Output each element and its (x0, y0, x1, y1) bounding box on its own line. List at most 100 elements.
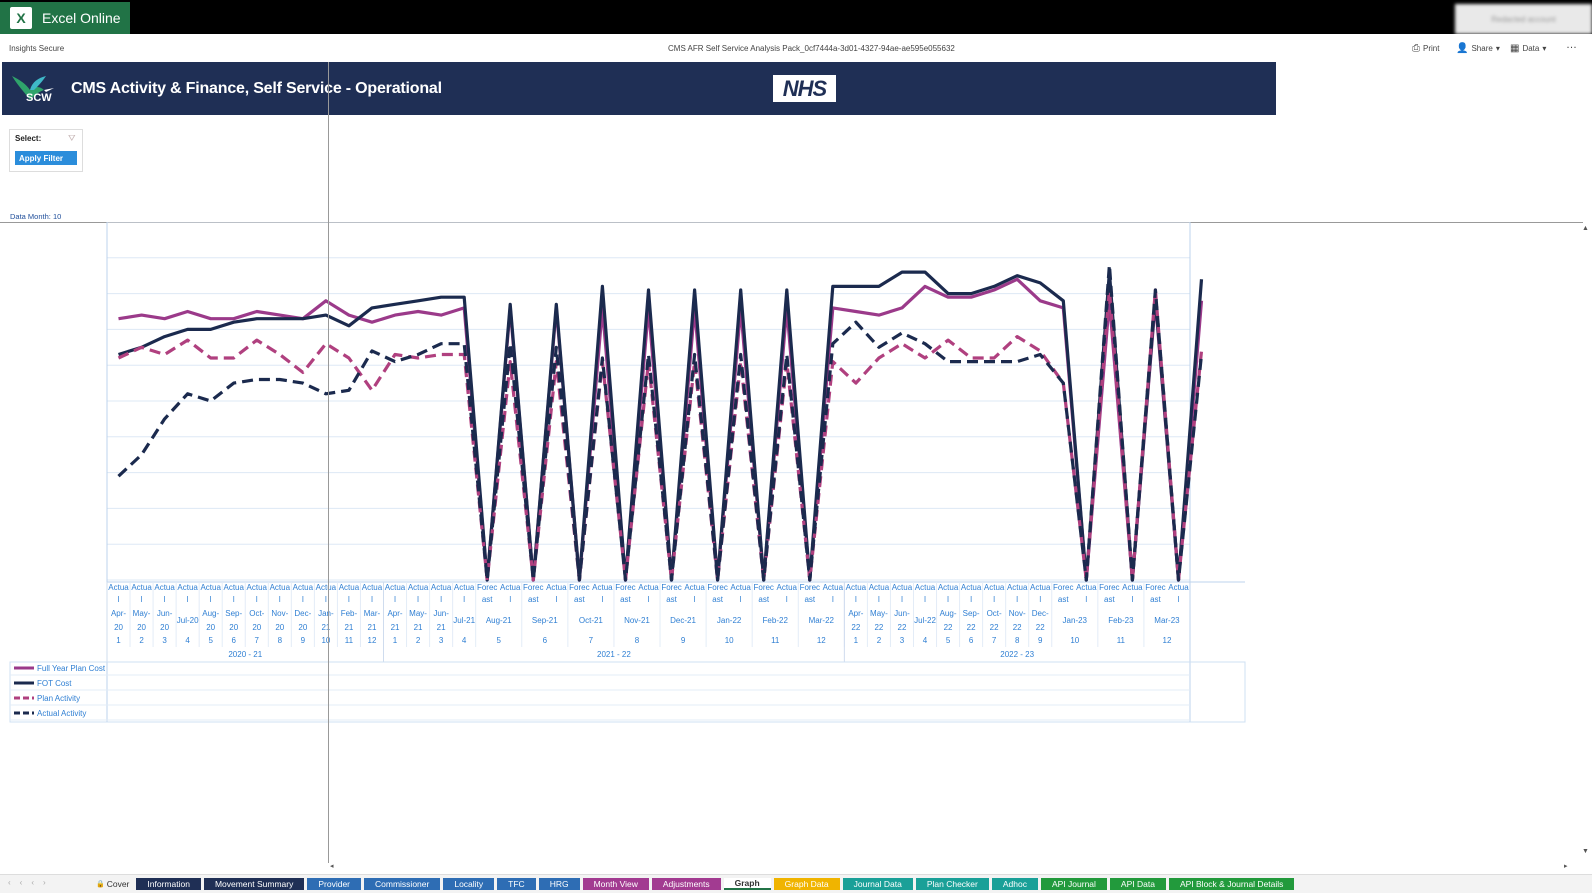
activity-finance-chart[interactable]: Actua l Actua l Actua l Actua l Actua l Actua l Actu… (0, 222, 1580, 742)
scroll-down-icon[interactable]: ▼ (1582, 848, 1589, 855)
sheet-tab-provider[interactable]: Provider (307, 878, 362, 890)
sheet-nav-arrows-icon[interactable]: ‹‹‹› (8, 878, 55, 887)
tick-label-type: Forec (661, 583, 681, 592)
tick-label-type: l (394, 595, 396, 604)
tick-label-month-number: 4 (185, 636, 190, 645)
tick-label-month-number: 11 (771, 636, 780, 645)
tick-label-month: Sep- (963, 609, 980, 618)
tick-label-month: Jan- (318, 609, 334, 618)
sheet-tab-journal-data[interactable]: Journal Data (842, 878, 913, 890)
account-area[interactable]: Redacted account (1455, 4, 1592, 34)
share-button[interactable]: 👤 Share ▾ (1456, 43, 1500, 54)
horizontal-scrollbar[interactable]: ◂ ▸ (328, 862, 1580, 872)
tick-label-year: 2022 - 23 (1000, 650, 1034, 659)
nhs-logo-text: NHS (782, 75, 827, 101)
tick-label-type: ast (620, 595, 631, 604)
tick-label-type: l (371, 595, 373, 604)
tick-label-type: l (947, 595, 949, 604)
tick-label-month-number: 10 (1070, 636, 1079, 645)
legend-label: Actual Activity (37, 709, 86, 718)
tick-label-month: Jun- (433, 609, 449, 618)
printer-icon: ⎙ (1412, 43, 1420, 54)
more-options-button[interactable]: … (1566, 39, 1577, 51)
sheet-tab-information[interactable]: Information (136, 878, 201, 890)
scroll-right-icon[interactable]: ▸ (1564, 862, 1568, 870)
tick-label-month: 22 (851, 623, 860, 632)
tick-label-month-number: 12 (1163, 636, 1172, 645)
scroll-left-icon[interactable]: ◂ (330, 862, 334, 870)
data-table-frame (9, 661, 1246, 723)
tick-label-type: l (440, 595, 442, 604)
tick-label-type: Forec (615, 583, 635, 592)
tick-label-type: Forec (1145, 583, 1165, 592)
vertical-scrollbar[interactable]: ▲ ▼ (1580, 223, 1592, 863)
tick-label-month: 20 (229, 623, 238, 632)
tick-label-month: 22 (990, 623, 999, 632)
tick-label-type: Actua (1168, 583, 1189, 592)
sheet-tab-tfc[interactable]: TFC (497, 878, 536, 890)
tick-label-type: Actua (846, 583, 867, 592)
tick-label-type: Actua (1007, 583, 1028, 592)
tick-label-type: Actua (270, 583, 291, 592)
sheet-tab-month-view[interactable]: Month View (582, 878, 649, 890)
tick-label-type: ast (1150, 595, 1161, 604)
sheet-tab-cover[interactable]: 🔒 Cover (92, 878, 133, 890)
tick-label-month: Apr- (111, 609, 126, 618)
tick-label-type: Actua (1122, 583, 1143, 592)
tick-label-type: l (832, 595, 834, 604)
sheet-tab-api-journal[interactable]: API Journal (1040, 878, 1107, 890)
tick-label-month: 22 (874, 623, 883, 632)
tick-label-type: Actua (247, 583, 268, 592)
report-title: CMS Activity & Finance, Self Service - O… (71, 80, 442, 97)
tick-label-type: l (1085, 595, 1087, 604)
tick-label-month: Oct- (987, 609, 1002, 618)
tick-label-type: Actua (431, 583, 452, 592)
freeze-pane-vertical (328, 62, 329, 863)
tick-label-type: l (302, 595, 304, 604)
tick-label-type: Forec (800, 583, 820, 592)
sheet-tab-movement-summary[interactable]: Movement Summary (203, 878, 305, 890)
print-button[interactable]: ⎙ Print (1412, 43, 1439, 54)
tick-label-type: l (509, 595, 511, 604)
tick-label-month: 20 (252, 623, 261, 632)
sheet-tab-graph[interactable]: Graph (723, 878, 771, 890)
tick-label-month-number: 5 (946, 636, 951, 645)
data-button[interactable]: ▦ Data ▾ (1510, 43, 1546, 54)
tick-label-type: Actua (362, 583, 383, 592)
chevron-down-icon: ▾ (1495, 44, 1500, 53)
apply-filter-button[interactable]: Apply Filter (15, 151, 77, 165)
tick-label-type: l (1016, 595, 1018, 604)
series-line-fot-cost[interactable] (118, 270, 1204, 582)
tick-label-type: Actua (892, 583, 913, 592)
sheet-tab-hrg[interactable]: HRG (538, 878, 580, 890)
sheet-tab-graph-data[interactable]: Graph Data (773, 878, 840, 890)
tick-label-month: Feb-23 (1108, 616, 1134, 625)
clear-filter-icon[interactable]: ⛛ (68, 133, 76, 144)
tick-label-month: Mar-23 (1154, 616, 1180, 625)
tick-label-month: Oct- (249, 609, 264, 618)
scroll-up-icon[interactable]: ▲ (1582, 225, 1589, 232)
app-brand[interactable]: X Excel Online (0, 2, 130, 34)
tick-label-month: 21 (368, 623, 377, 632)
tick-label-type: l (970, 595, 972, 604)
tick-label-type: Actua (638, 583, 659, 592)
tick-label-month: Jul-21 (453, 616, 475, 625)
sheet-tab-adhoc[interactable]: Adhoc (991, 878, 1038, 890)
tick-label-month-number: 5 (208, 636, 213, 645)
sheet-tab-api-block-journal-details[interactable]: API Block & Journal Details (1168, 878, 1295, 890)
sheet-tab-adjustments[interactable]: Adjustments (651, 878, 721, 890)
tick-label-type: l (694, 595, 696, 604)
nhs-logo: NHS (773, 75, 836, 102)
tick-label-type: l (924, 595, 926, 604)
sheet-tab-api-data[interactable]: API Data (1109, 878, 1166, 890)
sheet-tab-commissioner[interactable]: Commissioner (364, 878, 441, 890)
tick-label-type: Forec (753, 583, 773, 592)
tick-label-month-number: 3 (439, 636, 444, 645)
tick-label-type: ast (804, 595, 815, 604)
sheet-tab-plan-checker[interactable]: Plan Checker (915, 878, 989, 890)
tick-label-type: Actua (1030, 583, 1051, 592)
tick-label-month-number: 4 (462, 636, 467, 645)
tick-label-type: Actua (546, 583, 567, 592)
tick-label-type: Actua (961, 583, 982, 592)
sheet-tab-locality[interactable]: Locality (443, 878, 495, 890)
